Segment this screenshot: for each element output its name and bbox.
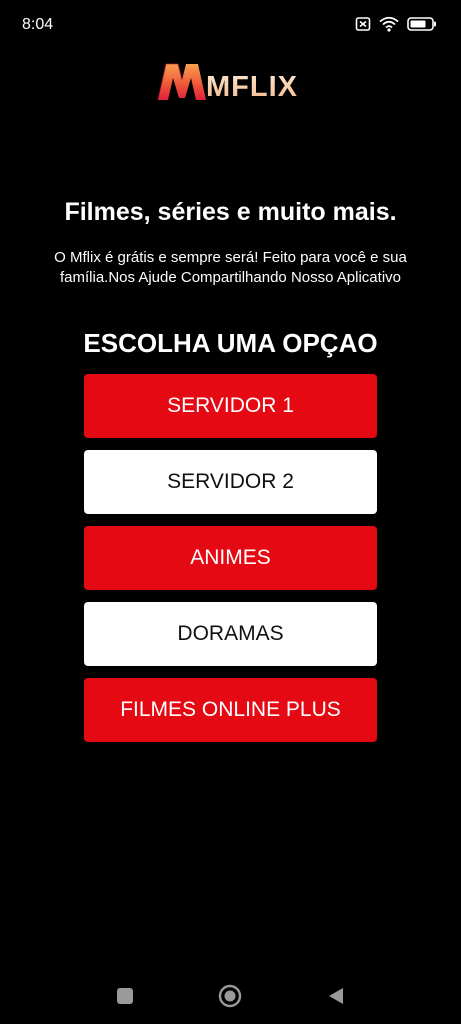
servidor-2-button[interactable]: SERVIDOR 2: [84, 450, 377, 514]
no-sim-icon: [355, 16, 371, 32]
filmes-online-plus-button[interactable]: FILMES ONLINE PLUS: [84, 678, 377, 742]
battery-icon: [407, 16, 437, 32]
wifi-icon: [379, 16, 399, 32]
status-icons: [355, 16, 437, 32]
section-title: ESCOLHA UMA OPÇAO: [83, 328, 378, 358]
animes-button[interactable]: ANIMES: [84, 526, 377, 590]
recent-apps-icon[interactable]: [113, 984, 137, 1008]
page-headline: Filmes, séries e muito mais.: [64, 198, 397, 226]
doramas-button[interactable]: DORAMAS: [84, 602, 377, 666]
home-icon[interactable]: [218, 984, 242, 1008]
status-time: 8:04: [22, 16, 54, 33]
system-nav-bar: [0, 968, 461, 1024]
back-icon[interactable]: [324, 984, 348, 1008]
app-description: O Mflix é grátis e sempre será! Feito pa…: [54, 249, 407, 286]
logo-wordmark: MFLIX: [206, 71, 298, 103]
options-list: SERVIDOR 1 SERVIDOR 2 ANIMES DORAMAS FIL…: [84, 374, 377, 742]
app-logo: MFLIX: [0, 58, 461, 104]
status-bar: 8:04: [0, 0, 461, 52]
servidor-1-button[interactable]: SERVIDOR 1: [84, 374, 377, 438]
